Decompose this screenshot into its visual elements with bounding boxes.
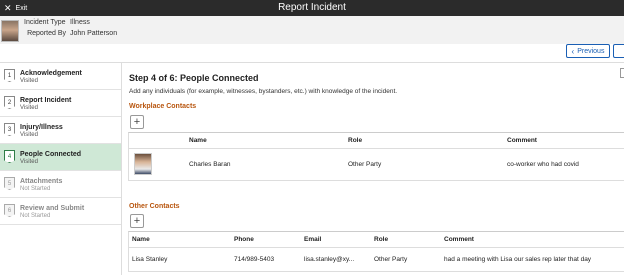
step-number-badge: 2 — [4, 96, 15, 109]
step-name: Report Incident — [20, 97, 72, 104]
step-number-badge: 4 — [4, 150, 15, 163]
reported-by-label: Reported By — [27, 30, 66, 37]
plus-icon: + — [133, 115, 141, 128]
step-attachments[interactable]: 5 Attachments Not Started — [0, 171, 121, 198]
grid-header-row: Name Phone Email Role Comment — [129, 232, 624, 248]
column-header-role: Role — [348, 137, 363, 144]
step-review-and-submit[interactable]: 6 Review and Submit Not Started — [0, 198, 121, 225]
workplace-contacts-grid: Name Role Comment Charles Baran Other Pa… — [128, 132, 624, 181]
incident-type-row: Incident Type Illness — [24, 19, 90, 26]
step-name: Acknowledgement — [20, 70, 82, 77]
reported-by-row: Reported By John Patterson — [24, 30, 117, 37]
other-contacts-grid: Name Phone Email Role Comment Lisa Stanl… — [128, 231, 624, 272]
step-description: Add any individuals (for example, witnes… — [129, 88, 398, 95]
previous-button[interactable]: ‹ Previous — [566, 44, 610, 58]
incident-type-value: Illness — [70, 19, 90, 26]
step-number-badge: 1 — [4, 69, 15, 82]
contact-name: Lisa Stanley — [132, 256, 168, 263]
step-acknowledgement[interactable]: 1 Acknowledgement Visited — [0, 63, 121, 90]
reported-by-value: John Patterson — [70, 30, 118, 37]
add-workplace-contact-button[interactable]: + — [130, 115, 144, 129]
step-title: Step 4 of 6: People Connected — [129, 73, 259, 83]
contact-phone: 714/989-5403 — [234, 256, 275, 263]
chevron-left-icon: ‹ — [571, 46, 575, 56]
column-header-name: Name — [189, 137, 207, 144]
step-status: Not Started — [20, 213, 51, 219]
page-title: Report Incident — [278, 2, 346, 13]
contact-comment: had a meeting with Lisa our sales rep la… — [444, 256, 592, 263]
workplace-contacts-title: Workplace Contacts — [129, 103, 197, 110]
steps-sidebar: 1 Acknowledgement Visited 2 Report Incid… — [0, 63, 122, 275]
step-report-incident[interactable]: 2 Report Incident Visited — [0, 90, 121, 117]
column-header-name: Name — [132, 236, 150, 243]
avatar — [1, 20, 19, 42]
step-name: Injury/Illness — [20, 124, 63, 131]
incident-header: Incident Type Illness Reported By John Pat… — [0, 16, 624, 44]
table-row[interactable]: Charles Baran Other Party co-worker who … — [129, 149, 624, 181]
incident-type-label: Incident Type — [24, 19, 66, 26]
contact-photo — [134, 153, 152, 175]
step-name: Review and Submit — [20, 205, 85, 212]
step-status: Visited — [20, 132, 38, 138]
column-header-role: Role — [374, 236, 389, 243]
step-number-badge: 3 — [4, 123, 15, 136]
step-status: Not Started — [20, 186, 51, 192]
contact-name: Charles Baran — [189, 161, 231, 168]
step-name: Attachments — [20, 178, 63, 185]
contact-role: Other Party — [374, 256, 408, 263]
grid-header-row: Name Role Comment — [129, 133, 624, 149]
step-status: Visited — [20, 78, 38, 84]
plus-icon: + — [133, 214, 141, 227]
collapsed-panel-tab[interactable] — [620, 68, 624, 78]
column-header-email: Email — [304, 236, 322, 243]
add-other-contact-button[interactable]: + — [130, 214, 144, 228]
step-status: Visited — [20, 159, 38, 165]
title-bar: ✕ Exit Report Incident — [0, 0, 624, 16]
step-injury-illness[interactable]: 3 Injury/Illness Visited — [0, 117, 121, 144]
column-header-phone: Phone — [234, 236, 254, 243]
contact-email: lisa.stanley@xy... — [304, 256, 355, 263]
column-header-comment: Comment — [507, 137, 537, 144]
column-header-comment: Comment — [444, 236, 474, 243]
step-number-badge: 6 — [4, 204, 15, 217]
step-status: Visited — [20, 105, 38, 111]
next-button[interactable] — [613, 44, 624, 58]
other-contacts-title: Other Contacts — [129, 203, 180, 210]
main-content: Step 4 of 6: People Connected Add any in… — [128, 63, 624, 275]
step-people-connected[interactable]: 4 People Connected Visited — [0, 144, 121, 171]
contact-role: Other Party — [348, 161, 382, 168]
contact-comment: co-worker who had covid — [507, 161, 579, 168]
step-name: People Connected — [20, 151, 82, 158]
previous-label: Previous — [577, 47, 605, 55]
table-row[interactable]: Lisa Stanley 714/989-5403 lisa.stanley@x… — [129, 248, 624, 272]
step-number-badge: 5 — [4, 177, 15, 190]
